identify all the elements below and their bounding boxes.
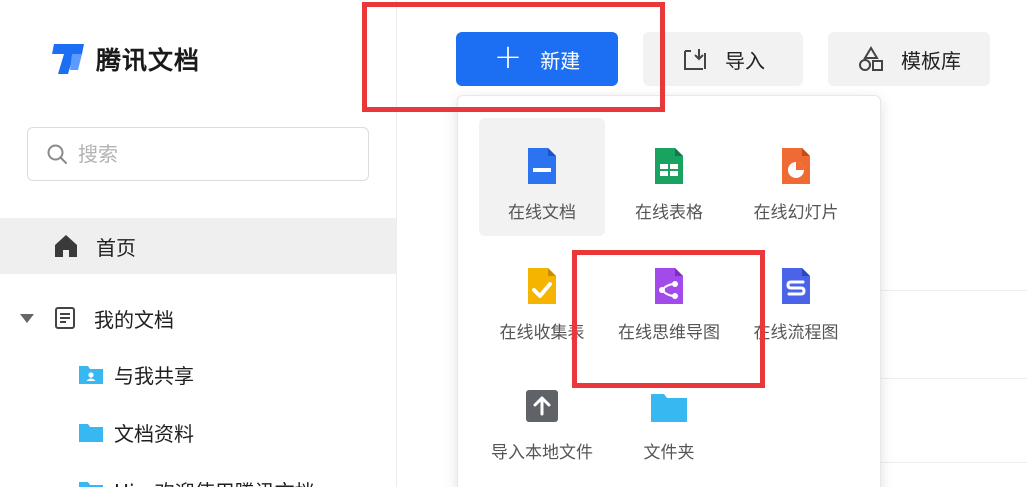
menu-item-label: 在线思维导图 [618, 323, 720, 343]
menu-item-online-flowchart[interactable]: 在线流程图 [733, 238, 859, 356]
search-box[interactable] [27, 127, 369, 181]
sidebar: 腾讯文档 首页 我的文档 与我共享 [0, 0, 397, 487]
sidebar-item-doc-materials[interactable]: 文档资料 [78, 412, 194, 452]
folder-icon [79, 424, 103, 442]
sidebar-item-label: Hi，欢迎使用腾讯文档 [114, 476, 315, 487]
document-list-icon [55, 307, 75, 329]
chevron-down-icon[interactable] [20, 313, 34, 323]
menu-item-folder[interactable]: 文件夹 [606, 358, 732, 476]
divider [880, 290, 1027, 291]
divider [880, 378, 1027, 379]
slides-icon [782, 148, 810, 184]
folder-icon [651, 394, 687, 422]
divider [880, 462, 1027, 463]
menu-item-online-mindmap[interactable]: 在线思维导图 [606, 238, 732, 356]
sidebar-item-label: 我的文档 [94, 307, 174, 332]
mindmap-icon [655, 268, 683, 304]
menu-item-import-local-file[interactable]: 导入本地文件 [479, 358, 605, 476]
sidebar-item-label: 首页 [96, 235, 136, 260]
shared-folder-icon [79, 366, 103, 384]
form-icon [528, 268, 556, 304]
menu-item-online-form[interactable]: 在线收集表 [479, 238, 605, 356]
menu-item-online-slides[interactable]: 在线幻灯片 [733, 118, 859, 236]
sheet-icon [655, 148, 683, 184]
sidebar-item-label: 与我共享 [114, 363, 194, 388]
import-button-label: 导入 [725, 48, 765, 73]
sidebar-item-home[interactable]: 首页 [0, 218, 396, 274]
new-dropdown-menu: 在线文档 在线表格 在线幻灯片 在线收集表 在线思维导图 在线流程图 导入本地文… [457, 95, 881, 487]
sidebar-item-shared-with-me[interactable]: 与我共享 [78, 354, 194, 394]
flowchart-icon [782, 268, 810, 304]
template-library-button-label: 模板库 [901, 48, 961, 73]
search-input[interactable] [78, 142, 338, 166]
menu-item-online-sheet[interactable]: 在线表格 [606, 118, 732, 236]
menu-item-label: 导入本地文件 [491, 443, 593, 463]
new-button-label: 新建 [540, 48, 581, 73]
tencent-docs-logo-icon [52, 44, 84, 74]
plus-icon: + [493, 37, 523, 77]
menu-item-label: 文件夹 [643, 443, 695, 463]
menu-item-label: 在线表格 [635, 203, 703, 223]
folder-icon [79, 482, 103, 487]
app-title: 腾讯文档 [96, 46, 201, 75]
app-logo[interactable]: 腾讯文档 [48, 40, 200, 78]
upload-icon [526, 390, 558, 422]
import-button[interactable]: 导入 [643, 32, 803, 86]
sidebar-item-label: 文档资料 [114, 421, 194, 446]
shapes-icon [859, 46, 883, 71]
menu-item-label: 在线文档 [508, 203, 576, 223]
new-button[interactable]: + 新建 [456, 32, 618, 86]
menu-item-online-doc[interactable]: 在线文档 [479, 118, 605, 236]
home-icon [55, 235, 77, 257]
search-icon [47, 144, 67, 164]
menu-item-label: 在线收集表 [499, 323, 585, 343]
doc-icon [528, 148, 556, 184]
import-icon [684, 49, 706, 70]
sidebar-item-welcome[interactable]: Hi，欢迎使用腾讯文档 [78, 470, 315, 487]
menu-item-label: 在线幻灯片 [753, 203, 839, 223]
template-library-button[interactable]: 模板库 [828, 32, 990, 86]
menu-item-label: 在线流程图 [753, 323, 839, 343]
sidebar-item-my-documents[interactable]: 我的文档 [0, 292, 396, 344]
